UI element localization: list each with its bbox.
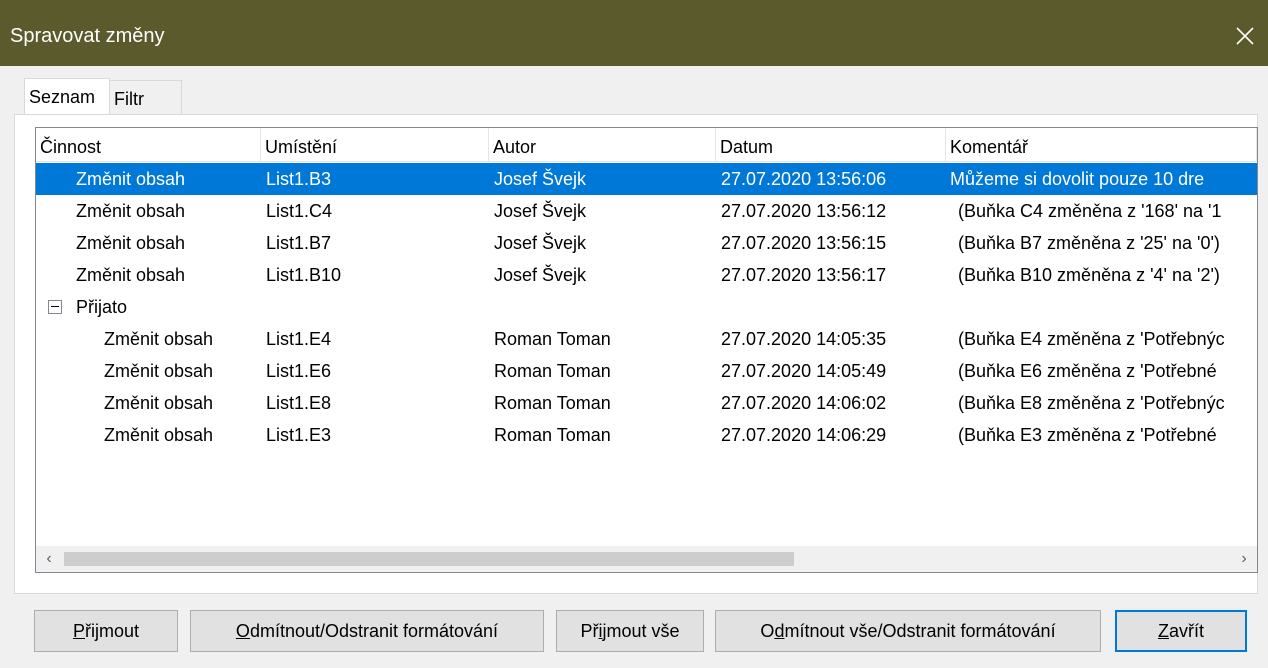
reject-all-label-pre: O: [760, 621, 775, 641]
close-window-button[interactable]: [1222, 13, 1268, 59]
cell-author: Josef Švejk: [494, 265, 587, 285]
reject-all-mnemonic: d: [774, 621, 785, 641]
chevron-right-icon[interactable]: ›: [1231, 546, 1257, 572]
close-mnemonic: Z: [1157, 621, 1169, 641]
cell-comment: (Buňka E6 změněna z 'Potřebné: [958, 361, 1217, 381]
cell-comment: (Buňka B7 změněna z '25' na '0'): [958, 233, 1220, 253]
table-row[interactable]: Změnit obsah List1.E4 Roman Toman 27.07.…: [36, 323, 1257, 355]
table-row[interactable]: Změnit obsah List1.B10 Josef Švejk 27.07…: [36, 259, 1257, 291]
cell-action: Změnit obsah: [76, 265, 186, 285]
accept-mnemonic: P: [72, 621, 85, 641]
changes-list[interactable]: Činnost Umístění Autor Datum Komentář Zm…: [35, 127, 1258, 573]
cell-date: 27.07.2020 14:06:02: [721, 393, 887, 413]
cell-author: Roman Toman: [494, 425, 611, 445]
cell-date: 27.07.2020 14:06:29: [721, 425, 887, 445]
column-header-author[interactable]: Autor: [489, 128, 716, 162]
reject-all-button[interactable]: Odmítnout vše/Odstranit formátování: [715, 610, 1101, 652]
cell-location: List1.E3: [266, 425, 332, 445]
cell-location: List1.C4: [266, 201, 333, 221]
cell-action: Změnit obsah: [104, 425, 214, 445]
cell-location: List1.E6: [266, 361, 332, 381]
cell-action: Změnit obsah: [76, 201, 186, 221]
cell-location: List1.B7: [266, 233, 332, 253]
close-button[interactable]: Zavřít: [1115, 610, 1247, 652]
accept-all-button[interactable]: Přijmout vše: [556, 610, 704, 652]
table-row[interactable]: Změnit obsah List1.C4 Josef Švejk 27.07.…: [36, 195, 1257, 227]
cell-location: List1.B10: [266, 265, 342, 285]
accept-all-label-post: jmout vše: [602, 621, 680, 641]
table-row[interactable]: Změnit obsah List1.E8 Roman Toman 27.07.…: [36, 387, 1257, 419]
cell-date: 27.07.2020 13:56:12: [721, 201, 887, 221]
accept-all-label-pre: Př: [580, 621, 599, 641]
tab-list[interactable]: Seznam: [24, 78, 110, 116]
cell-location: List1.E8: [266, 393, 332, 413]
cell-author: Roman Toman: [494, 393, 611, 413]
horizontal-scrollbar[interactable]: ‹ ›: [36, 546, 1257, 572]
cell-action: Změnit obsah: [76, 233, 186, 253]
list-header: Činnost Umístění Autor Datum Komentář: [36, 128, 1257, 162]
tab-panel: Činnost Umístění Autor Datum Komentář Zm…: [14, 114, 1258, 594]
column-header-location[interactable]: Umístění: [261, 128, 489, 162]
cell-location: List1.B3: [266, 169, 332, 189]
table-row[interactable]: Změnit obsah List1.E3 Roman Toman 27.07.…: [36, 419, 1257, 451]
reject-label-post: dmítnout/Odstranit formátování: [249, 621, 499, 641]
window-title: Spravovat změny: [10, 25, 165, 47]
cell-author: Josef Švejk: [494, 233, 587, 253]
table-row[interactable]: Změnit obsah List1.B3 Josef Švejk 27.07.…: [36, 163, 1257, 195]
close-label-post: avřít: [1168, 621, 1204, 641]
cell-author: Josef Švejk: [494, 169, 587, 189]
cell-date: 27.07.2020 14:05:49: [721, 361, 887, 381]
cell-date: 27.07.2020 14:05:35: [721, 329, 887, 349]
cell-action: Změnit obsah: [104, 361, 214, 381]
cell-comment: (Buňka E8 změněna z 'Potřebnýc: [958, 393, 1225, 413]
cell-date: 27.07.2020 13:56:06: [721, 169, 887, 189]
accept-button[interactable]: Přijmout: [34, 610, 178, 652]
cell-author: Roman Toman: [494, 361, 611, 381]
chevron-left-icon[interactable]: ‹: [36, 546, 62, 572]
accept-label-post: řijmout: [85, 621, 140, 641]
table-row[interactable]: Změnit obsah List1.B7 Josef Švejk 27.07.…: [36, 227, 1257, 259]
cell-comment: Můžeme si dovolit pouze 10 dre: [950, 169, 1205, 189]
cell-action: Změnit obsah: [76, 169, 186, 189]
table-row[interactable]: Změnit obsah List1.E6 Roman Toman 27.07.…: [36, 355, 1257, 387]
group-row-accepted[interactable]: Přijato: [36, 291, 1257, 323]
cell-comment: (Buňka E3 změněna z 'Potřebné: [958, 425, 1217, 445]
tab-filter[interactable]: Filtr: [110, 80, 182, 116]
cell-action: Změnit obsah: [104, 393, 214, 413]
title-bar: Spravovat změny: [0, 0, 1268, 66]
cell-location: List1.E4: [266, 329, 332, 349]
reject-all-label-post: mítnout vše/Odstranit formátování: [784, 621, 1056, 641]
cell-comment: (Buňka C4 změněna z '168' na '1: [958, 201, 1222, 221]
group-label: Přijato: [76, 297, 128, 317]
reject-mnemonic: O: [235, 621, 250, 641]
reject-button[interactable]: Odmítnout/Odstranit formátování: [190, 610, 544, 652]
collapse-minus-icon[interactable]: [48, 300, 62, 314]
cell-author: Josef Švejk: [494, 201, 587, 221]
cell-date: 27.07.2020 13:56:15: [721, 233, 887, 253]
column-header-comment[interactable]: Komentář: [946, 128, 1257, 162]
cell-comment: (Buňka B10 změněna z '4' na '2'): [958, 265, 1220, 285]
cell-date: 27.07.2020 13:56:17: [721, 265, 887, 285]
scrollbar-thumb[interactable]: [64, 552, 794, 566]
close-icon: [1236, 27, 1254, 45]
cell-comment: (Buňka E4 změněna z 'Potřebnýc: [958, 329, 1225, 349]
cell-author: Roman Toman: [494, 329, 611, 349]
column-header-date[interactable]: Datum: [716, 128, 946, 162]
cell-action: Změnit obsah: [104, 329, 214, 349]
column-header-action[interactable]: Činnost: [36, 128, 261, 162]
